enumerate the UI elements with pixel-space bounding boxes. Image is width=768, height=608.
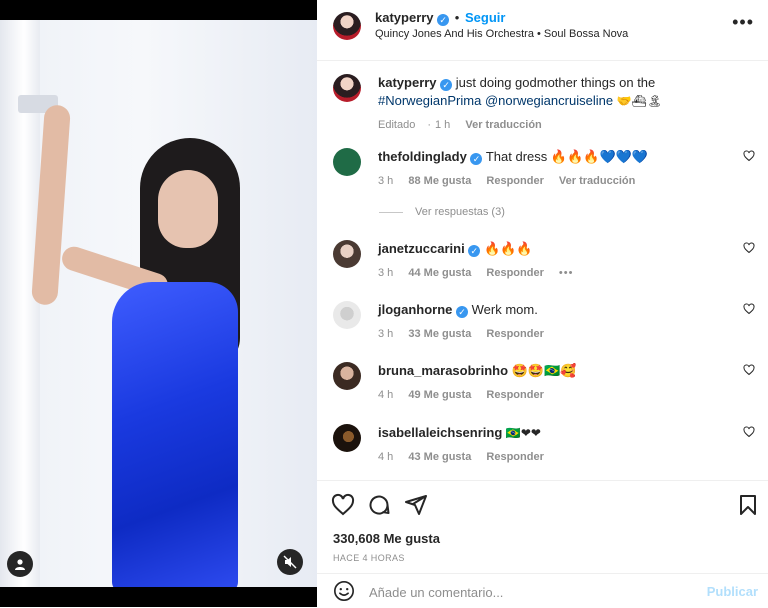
edited-label: Editado — [378, 119, 416, 131]
comment-likes[interactable]: 43 Me gusta — [408, 451, 471, 463]
mute-icon[interactable] — [277, 549, 303, 575]
audio-track[interactable]: Quincy Jones And His Orchestra • Soul Bo… — [375, 28, 628, 40]
verified-icon: ✓ — [456, 306, 469, 318]
comment-options-icon[interactable]: ••• — [559, 267, 574, 279]
post-media[interactable] — [0, 0, 317, 607]
comment-icon[interactable] — [367, 493, 391, 517]
comment-text: Werk mom. — [471, 302, 538, 317]
translate-link[interactable]: Ver traducción — [465, 119, 541, 131]
reply-button[interactable]: Responder — [486, 389, 543, 401]
comment-likes[interactable]: 44 Me gusta — [408, 267, 471, 279]
comment-input[interactable] — [367, 580, 691, 604]
comment-username[interactable]: bruna_marasobrinho — [378, 363, 508, 378]
bookmark-icon[interactable] — [736, 493, 760, 517]
avatar[interactable] — [333, 148, 361, 176]
comment-likes[interactable]: 88 Me gusta — [408, 175, 471, 187]
like-comment-heart-icon[interactable] — [743, 426, 755, 438]
comment-time: 4 h — [378, 451, 394, 463]
verified-icon: ✓ — [437, 14, 450, 26]
hashtag-link[interactable]: #NorwegianPrima — [378, 93, 481, 108]
comment-username[interactable]: jloganhorne — [378, 302, 452, 317]
comment-text: 🔥🔥🔥 — [483, 241, 533, 256]
comment-time: 3 h — [378, 328, 394, 340]
emoji-icon[interactable] — [333, 580, 355, 602]
verified-icon: ✓ — [470, 153, 483, 165]
avatar[interactable] — [333, 362, 361, 390]
comment-text: 🤩🤩🇧🇷🥰 — [511, 363, 577, 378]
share-icon[interactable] — [404, 493, 428, 517]
mention-link[interactable]: @norwegiancruiseline — [485, 93, 613, 108]
verified-icon: ✓ — [440, 79, 453, 91]
caption-username[interactable]: katyperry — [378, 75, 437, 90]
comment-text: 🇧🇷❤❤ — [505, 426, 541, 440]
caption-text: just doing godmother things on the — [455, 75, 656, 90]
comments-list[interactable]: katyperry ✓ just doing godmother things … — [317, 60, 768, 480]
post-panel: katyperry ✓ • Seguir Quincy Jones And Hi… — [317, 0, 768, 607]
blue-dress — [112, 282, 238, 587]
add-comment-bar: Publicar — [317, 573, 768, 608]
comment-username[interactable]: janetzuccarini — [378, 241, 465, 256]
like-count[interactable]: 330,608 Me gusta — [333, 531, 440, 546]
replies-divider — [379, 211, 403, 213]
comment-time: 3 h — [378, 267, 394, 279]
like-comment-heart-icon[interactable] — [743, 364, 755, 376]
comment-text: That dress 🔥🔥🔥💙💙💙 — [485, 149, 649, 164]
heart-icon[interactable] — [331, 493, 355, 517]
avatar[interactable] — [333, 240, 361, 268]
reply-button[interactable]: Responder — [486, 175, 543, 187]
comment-likes[interactable]: 33 Me gusta — [408, 328, 471, 340]
follow-button[interactable]: Seguir — [465, 10, 505, 25]
like-comment-heart-icon[interactable] — [743, 303, 755, 315]
user-tag-icon[interactable] — [7, 551, 33, 577]
comment-likes[interactable]: 49 Me gusta — [408, 389, 471, 401]
verified-icon: ✓ — [468, 245, 481, 257]
comment-username[interactable]: isabellaleichsenring — [378, 425, 502, 440]
like-comment-heart-icon[interactable] — [743, 242, 755, 254]
avatar[interactable] — [333, 301, 361, 329]
more-options-icon[interactable]: ••• — [732, 12, 754, 33]
comment-time: 3 h — [378, 175, 394, 187]
caption-emojis: 🤝⛴🏝 — [616, 94, 663, 108]
post-time: HACE 4 HORAS — [333, 553, 405, 563]
face — [158, 170, 218, 248]
post-header: katyperry ✓ • Seguir Quincy Jones And Hi… — [317, 0, 768, 61]
comment-username[interactable]: thefoldinglady — [378, 149, 467, 164]
translate-link[interactable]: Ver traducción — [559, 175, 635, 187]
video-frame[interactable] — [0, 20, 317, 587]
avatar[interactable] — [333, 74, 361, 102]
reply-button[interactable]: Responder — [486, 328, 543, 340]
view-replies-button[interactable]: Ver respuestas (3) — [379, 206, 505, 218]
caption-time: 1 h — [434, 119, 451, 131]
avatar[interactable] — [333, 12, 361, 40]
reply-button[interactable]: Responder — [486, 451, 543, 463]
author-username[interactable]: katyperry — [375, 10, 434, 25]
like-comment-heart-icon[interactable] — [743, 150, 755, 162]
comment-time: 4 h — [378, 389, 394, 401]
avatar[interactable] — [333, 424, 361, 452]
view-replies-label: Ver respuestas (3) — [415, 206, 505, 218]
reply-button[interactable]: Responder — [486, 267, 543, 279]
post-actions: 330,608 Me gusta HACE 4 HORAS Publicar — [317, 480, 768, 607]
publish-button[interactable]: Publicar — [707, 584, 758, 599]
separator-dot: • — [454, 10, 460, 25]
